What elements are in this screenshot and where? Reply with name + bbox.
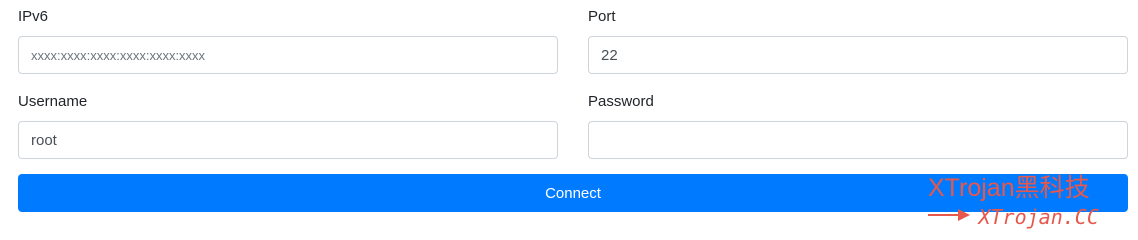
username-input[interactable] <box>18 121 558 159</box>
right-arrow-icon <box>928 208 970 227</box>
port-input[interactable] <box>588 36 1128 74</box>
password-input[interactable] <box>588 121 1128 159</box>
username-label: Username <box>18 93 88 110</box>
watermark-url-row: XTrojan.CC <box>928 204 1099 230</box>
watermark-url: XTrojan.CC <box>978 205 1099 229</box>
password-label: Password <box>588 93 654 110</box>
port-label: Port <box>588 8 616 25</box>
ipv6-input[interactable] <box>18 36 558 74</box>
watermark-brand: XTrojan黑科技 <box>928 174 1090 202</box>
ipv6-label: IPv6 <box>18 8 49 25</box>
ssh-connect-form: IPv6 Port Username Password Connect XTro… <box>0 0 1138 238</box>
